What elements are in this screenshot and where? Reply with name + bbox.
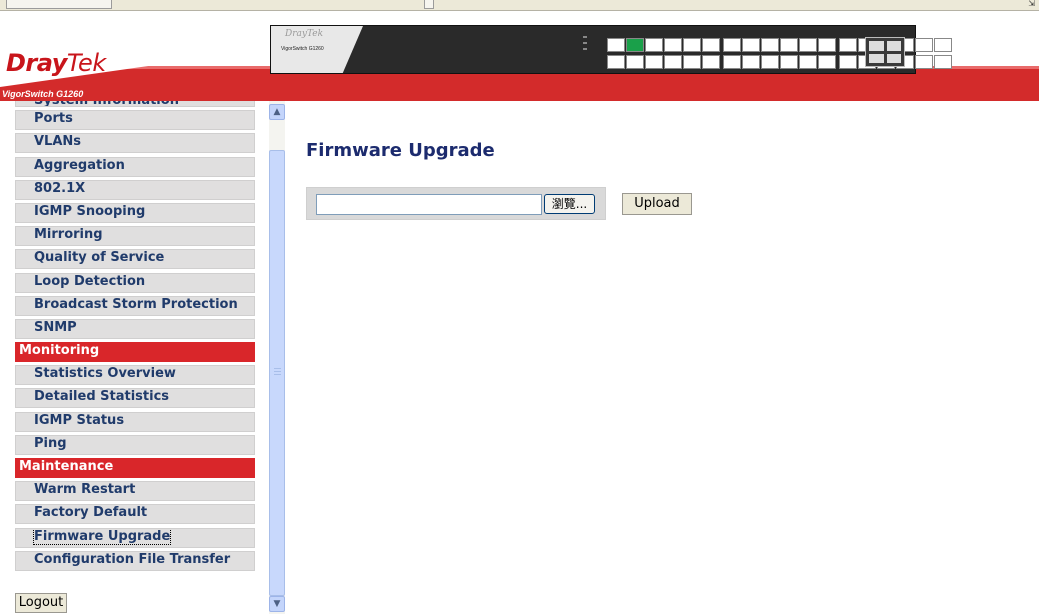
logo-prefix: Dray <box>6 49 67 77</box>
sidebar-item-label: SNMP <box>34 319 77 335</box>
page-header: DrayTek VigorSwitch G1260 DrayTek VigorS… <box>0 11 1039 101</box>
sidebar-item-label: Ping <box>34 435 67 451</box>
switch-device-image: DrayTek VigorSwitch G1260 <box>270 25 952 74</box>
logout-button[interactable]: Logout <box>15 593 67 613</box>
sidebar-item-label: Warm Restart <box>34 482 136 498</box>
sidebar-item-igmp-status[interactable]: IGMP Status <box>15 411 255 432</box>
sidebar-item-firmware-upgrade[interactable]: Firmware Upgrade <box>15 527 255 548</box>
sidebar-scrollbar[interactable]: ▲ ▼ <box>269 101 285 614</box>
sidebar-item-802-1x[interactable]: 802.1X <box>15 179 255 200</box>
sidebar-item-label: Maintenance <box>19 459 114 474</box>
sidebar-item-vlans[interactable]: VLANs <box>15 133 255 154</box>
browse-button[interactable]: 瀏覽... <box>544 194 595 214</box>
sidebar-item-warm-restart[interactable]: Warm Restart <box>15 481 255 502</box>
sidebar-item-label: Broadcast Storm Protection <box>34 296 238 312</box>
sidebar-item-label: Statistics Overview <box>34 366 176 382</box>
status-leds <box>583 36 589 58</box>
sidebar-item-label: VLANs <box>34 134 82 150</box>
scroll-down-icon[interactable]: ▼ <box>269 596 285 612</box>
sidebar-item-label: Aggregation <box>34 157 125 173</box>
file-path-input[interactable] <box>316 194 542 215</box>
scrollbar-thumb[interactable] <box>269 150 285 596</box>
sidebar-section-maintenance: Maintenance <box>15 458 255 478</box>
device-faceplate: DrayTek VigorSwitch G1260 <box>271 26 363 73</box>
active-port-icon <box>626 38 644 52</box>
sidebar-item-factory-default[interactable]: Factory Default <box>15 504 255 525</box>
browser-tab[interactable] <box>6 0 112 9</box>
sidebar-item-broadcast-storm-protection[interactable]: Broadcast Storm Protection <box>15 295 255 316</box>
sidebar-item-label: Factory Default <box>34 505 148 521</box>
sidebar-item-mirroring[interactable]: Mirroring <box>15 226 255 247</box>
browser-top-strip: ⇲ <box>0 0 1039 11</box>
upload-button[interactable]: Upload <box>622 193 692 215</box>
sidebar-item-configuration-file-transfer[interactable]: Configuration File Transfer <box>15 550 255 571</box>
sidebar-item-label: Firmware Upgrade <box>32 528 172 545</box>
upload-form: 瀏覽... <box>306 187 606 220</box>
draytek-logo: DrayTek <box>6 49 106 77</box>
sidebar-section-monitoring: Monitoring <box>15 342 255 363</box>
sidebar-item-label: Monitoring <box>19 343 100 359</box>
logo-suffix: Tek <box>66 49 106 77</box>
model-label: VigorSwitch G1260 <box>2 89 84 99</box>
sidebar-item-snmp[interactable]: SNMP <box>15 318 255 339</box>
resize-grip-icon[interactable]: ⇲ <box>1028 0 1035 8</box>
sidebar-item-system-information[interactable]: System Information <box>15 101 255 107</box>
sidebar-item-ping[interactable]: Ping <box>15 434 255 455</box>
sidebar-item-label: Loop Detection <box>34 273 146 289</box>
sidebar-item-label: IGMP Snooping <box>34 203 146 219</box>
scroll-up-icon[interactable]: ▲ <box>269 104 285 120</box>
sidebar-item-label: Quality of Service <box>34 250 165 266</box>
browser-tab-small[interactable] <box>424 0 434 9</box>
sidebar-item-label: System Information <box>34 101 179 106</box>
sidebar-menu: System Information Ports VLANs Aggregation 8… <box>15 101 255 614</box>
sidebar-item-loop-detection[interactable]: Loop Detection <box>15 272 255 293</box>
sidebar-item-label: Detailed Statistics <box>34 389 170 405</box>
sidebar-item-label: Mirroring <box>34 227 103 243</box>
page-title: Firmware Upgrade <box>306 140 495 161</box>
sidebar-item-label: 802.1X <box>34 180 86 196</box>
sidebar-item-aggregation[interactable]: Aggregation <box>15 156 255 177</box>
sidebar-item-label: Ports <box>34 111 73 127</box>
sfp-ports-icon <box>865 37 905 67</box>
sidebar-item-ports[interactable]: Ports <box>15 110 255 131</box>
sidebar-item-statistics-overview[interactable]: Statistics Overview <box>15 365 255 386</box>
sidebar-item-detailed-statistics[interactable]: Detailed Statistics <box>15 388 255 409</box>
sidebar-item-label: IGMP Status <box>34 412 125 428</box>
device-name: VigorSwitch G1260 <box>281 46 324 52</box>
sidebar-item-igmp-snooping[interactable]: IGMP Snooping <box>15 202 255 223</box>
sidebar-item-quality-of-service[interactable]: Quality of Service <box>15 249 255 270</box>
sidebar-item-label: Configuration File Transfer <box>34 551 231 567</box>
device-brand: DrayTek <box>285 29 324 39</box>
